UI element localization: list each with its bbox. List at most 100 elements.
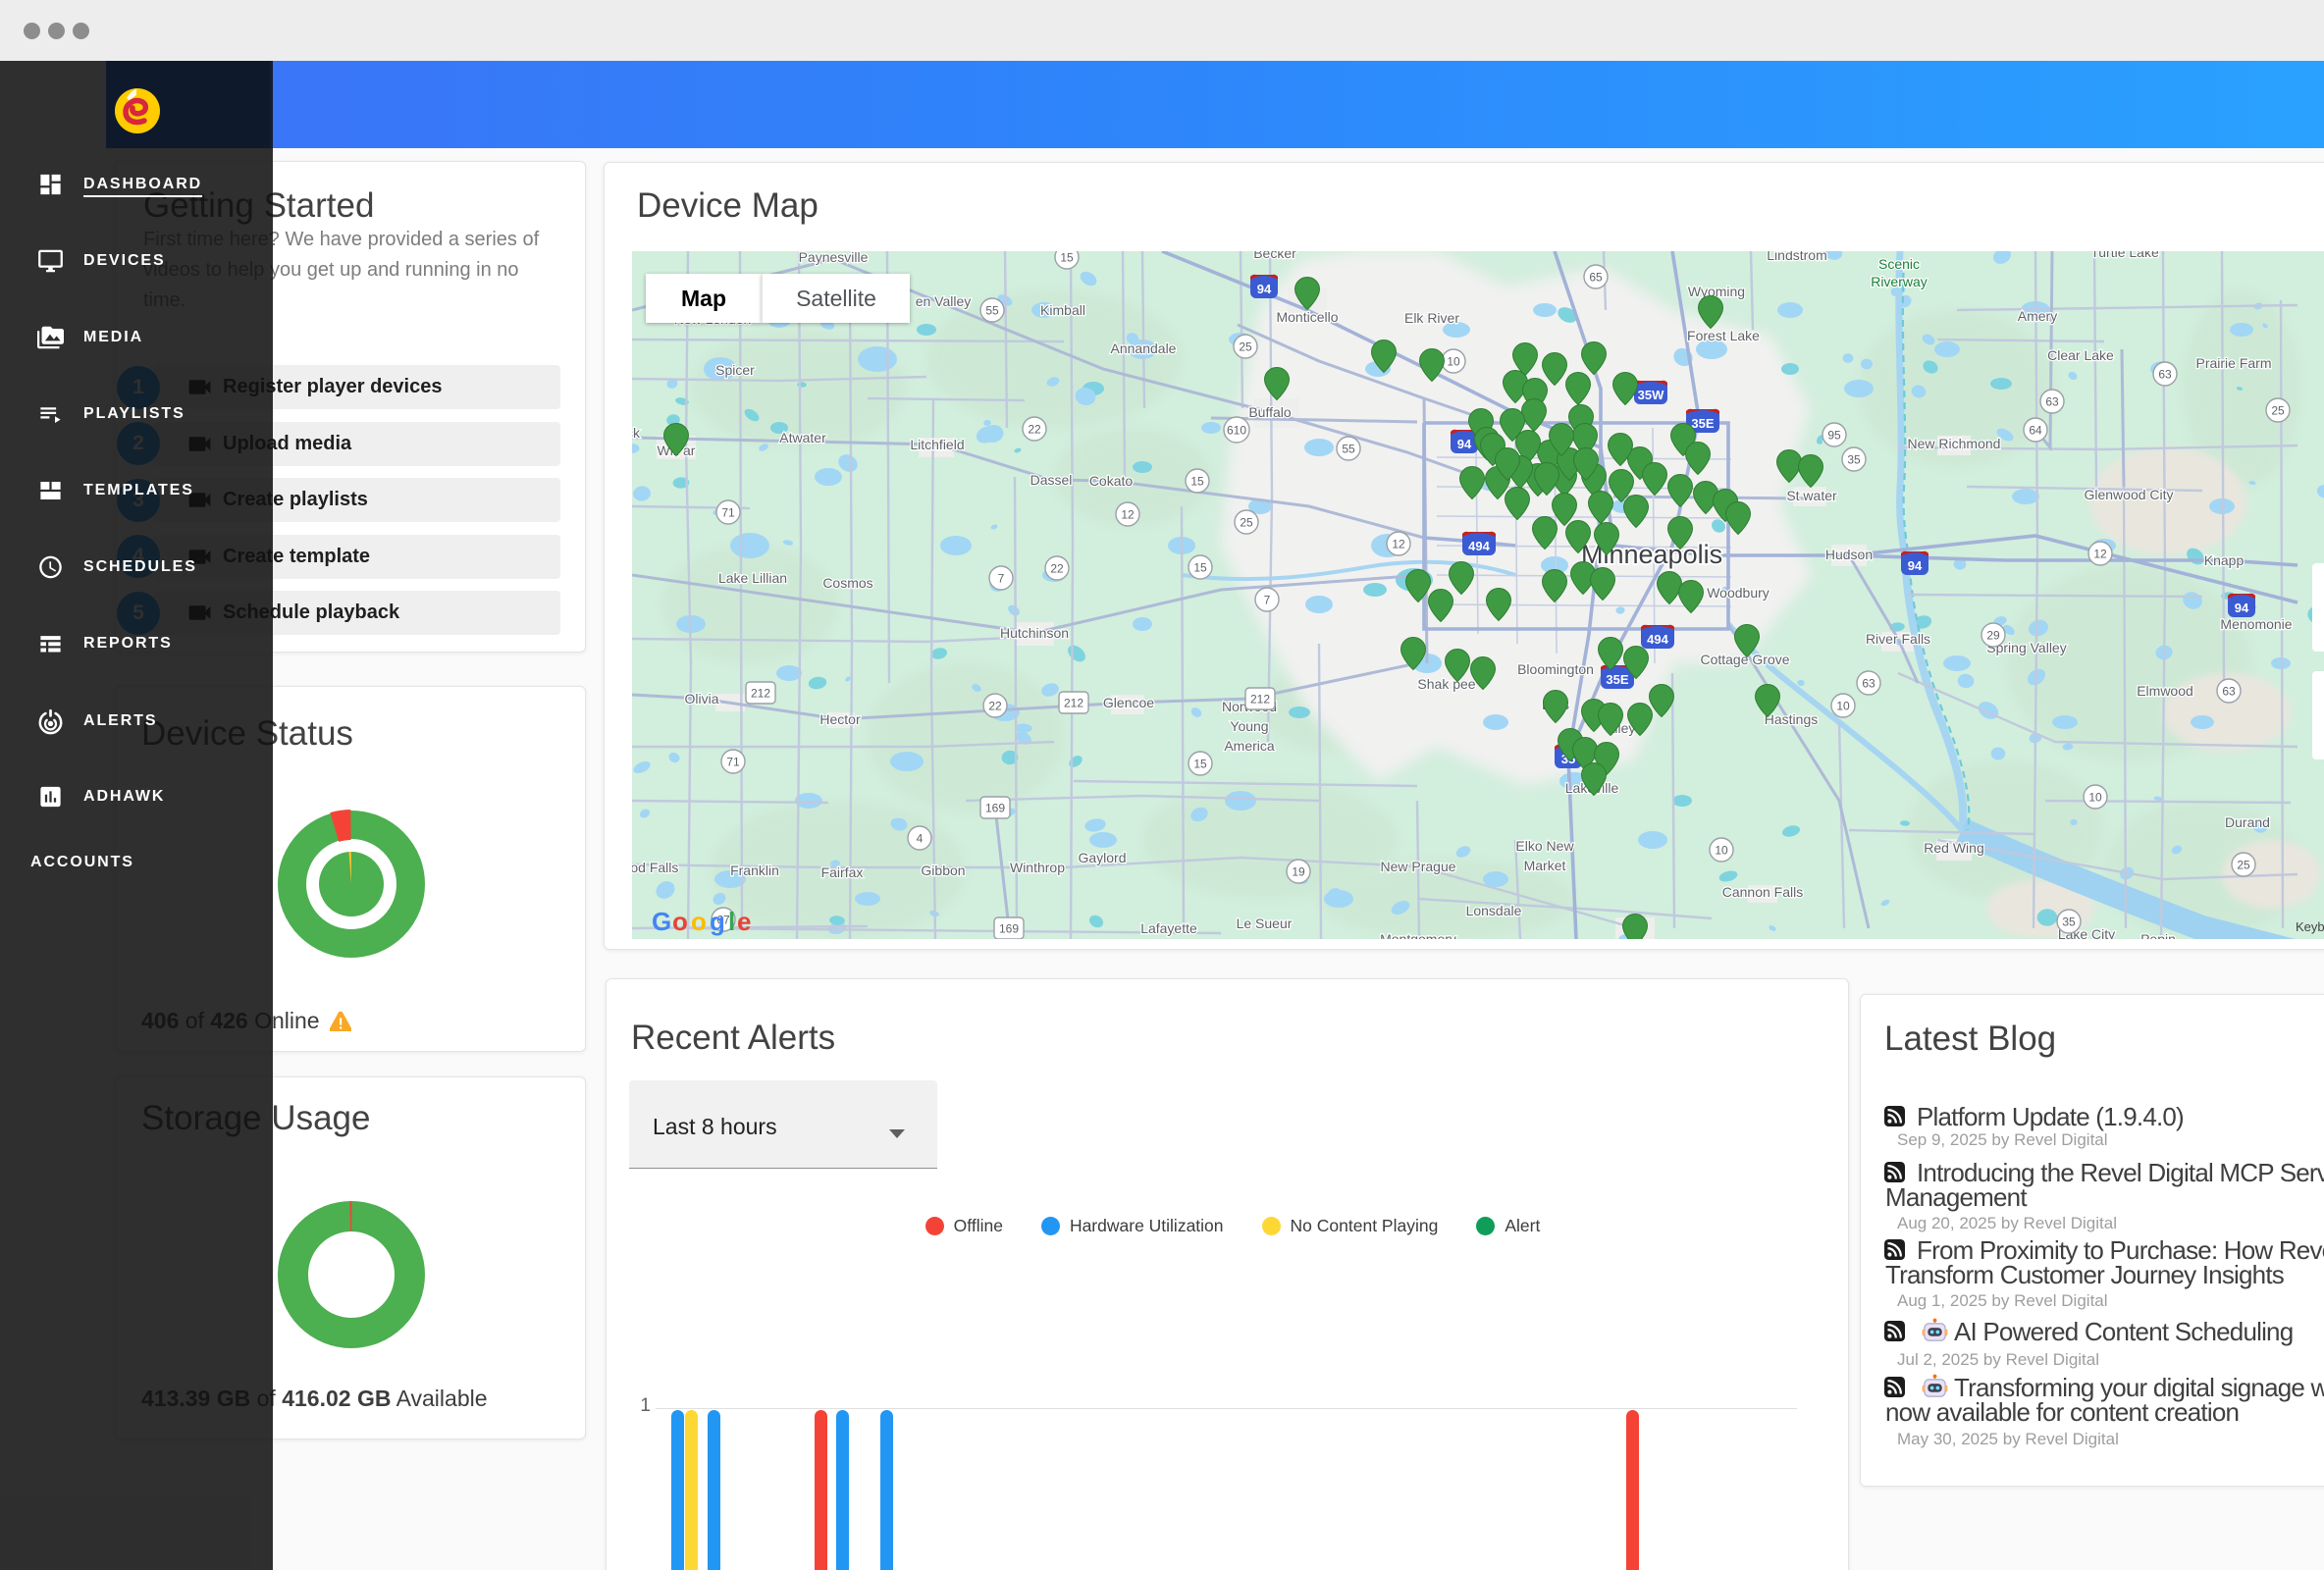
svg-text:Market: Market bbox=[1524, 858, 1566, 873]
svg-text:12: 12 bbox=[1121, 508, 1135, 522]
svg-text:Red Wing: Red Wing bbox=[1924, 840, 1983, 856]
svg-text:35: 35 bbox=[1847, 453, 1861, 467]
svg-text:Winthrop: Winthrop bbox=[1010, 860, 1065, 875]
svg-text:63: 63 bbox=[2222, 685, 2236, 699]
svg-text:95: 95 bbox=[1827, 429, 1841, 443]
svg-text:Litchfield: Litchfield bbox=[910, 437, 964, 452]
svg-text:Lafayette: Lafayette bbox=[1140, 920, 1197, 936]
svg-text:63: 63 bbox=[1862, 677, 1875, 691]
svg-text:New Prague: New Prague bbox=[1380, 859, 1455, 874]
svg-text:Lonsdale: Lonsdale bbox=[1466, 903, 1522, 918]
svg-text:Atwater: Atwater bbox=[779, 430, 826, 445]
svg-text:35E: 35E bbox=[1691, 416, 1714, 431]
svg-text:64: 64 bbox=[2029, 424, 2042, 438]
svg-text:Turtle Lake: Turtle Lake bbox=[2090, 251, 2159, 260]
svg-text:22: 22 bbox=[1028, 423, 1041, 437]
svg-text:65: 65 bbox=[1589, 271, 1603, 285]
svg-text:212: 212 bbox=[1064, 697, 1083, 710]
svg-text:494: 494 bbox=[1468, 539, 1490, 553]
svg-text:15: 15 bbox=[1190, 475, 1204, 489]
svg-text:Franklin: Franklin bbox=[730, 863, 779, 878]
svg-text:New Richmond: New Richmond bbox=[1908, 436, 2001, 451]
svg-text:494: 494 bbox=[1647, 632, 1668, 647]
svg-text:ck: ck bbox=[632, 425, 641, 441]
svg-text:10: 10 bbox=[1715, 844, 1728, 858]
svg-text:22: 22 bbox=[1050, 562, 1064, 576]
svg-text:ood Falls: ood Falls bbox=[632, 860, 678, 875]
svg-text:Cokato: Cokato bbox=[1089, 473, 1134, 489]
svg-text:63: 63 bbox=[2045, 395, 2059, 409]
svg-text:Amery: Amery bbox=[2018, 308, 2057, 324]
svg-text:Montgomery: Montgomery bbox=[1380, 931, 1456, 939]
svg-text:35E: 35E bbox=[1606, 672, 1628, 687]
svg-text:94: 94 bbox=[2235, 601, 2249, 615]
svg-text:Becker: Becker bbox=[1253, 251, 1296, 261]
svg-text:Gibbon: Gibbon bbox=[921, 863, 965, 878]
svg-text:Forest Lake: Forest Lake bbox=[1687, 328, 1760, 343]
svg-text:Glenwood City: Glenwood City bbox=[2084, 487, 2173, 502]
svg-text:St water: St water bbox=[1786, 488, 1837, 503]
svg-text:25: 25 bbox=[1240, 516, 1253, 530]
svg-text:Paynesville: Paynesville bbox=[799, 251, 869, 265]
svg-text:Lake Lillian: Lake Lillian bbox=[718, 570, 787, 586]
svg-text:12: 12 bbox=[2093, 548, 2107, 561]
svg-text:71: 71 bbox=[721, 506, 735, 520]
svg-text:169: 169 bbox=[985, 802, 1005, 815]
svg-text:22: 22 bbox=[988, 700, 1002, 713]
svg-text:212: 212 bbox=[1250, 693, 1270, 706]
svg-text:15: 15 bbox=[1060, 251, 1074, 265]
svg-text:Le Sueur: Le Sueur bbox=[1237, 916, 1293, 931]
svg-text:Spicer: Spicer bbox=[715, 362, 755, 378]
svg-text:Pepin: Pepin bbox=[2140, 931, 2176, 939]
svg-text:63: 63 bbox=[2158, 368, 2172, 382]
svg-text:10: 10 bbox=[1447, 355, 1460, 369]
svg-text:G: G bbox=[652, 907, 671, 936]
svg-text:Elk River: Elk River bbox=[1404, 310, 1459, 326]
svg-text:35: 35 bbox=[2062, 916, 2076, 929]
svg-text:Fairfax: Fairfax bbox=[821, 864, 864, 880]
svg-text:25: 25 bbox=[2237, 859, 2250, 872]
svg-text:Gaylord: Gaylord bbox=[1078, 850, 1126, 865]
svg-text:Dassel: Dassel bbox=[1030, 472, 1073, 488]
svg-text:15: 15 bbox=[1193, 758, 1207, 771]
svg-text:Olivia: Olivia bbox=[684, 691, 718, 706]
svg-text:71: 71 bbox=[726, 756, 740, 769]
svg-text:Glencoe: Glencoe bbox=[1103, 695, 1154, 710]
svg-text:15: 15 bbox=[1193, 561, 1207, 575]
svg-text:610: 610 bbox=[1227, 424, 1246, 438]
svg-text:29: 29 bbox=[1986, 629, 2000, 643]
svg-text:25: 25 bbox=[2271, 404, 2285, 418]
svg-text:Cannon Falls: Cannon Falls bbox=[1722, 884, 1804, 900]
svg-text:55: 55 bbox=[985, 304, 999, 318]
svg-text:94: 94 bbox=[1257, 282, 1272, 296]
svg-text:Buffalo: Buffalo bbox=[1248, 404, 1292, 420]
svg-text:Monticello: Monticello bbox=[1276, 309, 1338, 325]
svg-text:Scenic: Scenic bbox=[1878, 256, 1920, 272]
svg-text:4: 4 bbox=[917, 832, 924, 846]
svg-text:Menomonie: Menomonie bbox=[2220, 616, 2292, 632]
svg-text:Hastings: Hastings bbox=[1765, 711, 1818, 727]
svg-text:Hutchinson: Hutchinson bbox=[1000, 625, 1069, 641]
svg-text:Lindstrom: Lindstrom bbox=[1767, 251, 1826, 263]
svg-text:Kimball: Kimball bbox=[1040, 302, 1085, 318]
svg-text:Hudson: Hudson bbox=[1825, 547, 1873, 562]
svg-text:Annandale: Annandale bbox=[1111, 340, 1177, 356]
svg-text:7: 7 bbox=[998, 572, 1005, 586]
svg-text:o: o bbox=[672, 907, 688, 936]
svg-text:en Valley: en Valley bbox=[916, 293, 972, 309]
svg-text:10: 10 bbox=[1836, 700, 1850, 713]
svg-text:25: 25 bbox=[1239, 340, 1252, 354]
svg-text:Clear Lake: Clear Lake bbox=[2047, 347, 2114, 363]
svg-text:10: 10 bbox=[2088, 791, 2102, 805]
svg-text:America: America bbox=[1224, 738, 1275, 754]
svg-text:e: e bbox=[737, 907, 751, 936]
svg-text:River Falls: River Falls bbox=[1866, 631, 1930, 647]
svg-text:Young: Young bbox=[1230, 718, 1268, 734]
svg-text:94: 94 bbox=[1457, 437, 1472, 451]
svg-text:7: 7 bbox=[1264, 594, 1271, 607]
svg-text:g: g bbox=[710, 907, 725, 936]
svg-text:35W: 35W bbox=[1638, 388, 1664, 402]
svg-text:94: 94 bbox=[1908, 558, 1923, 573]
svg-text:Hector: Hector bbox=[819, 711, 861, 727]
svg-text:Keyb: Keyb bbox=[2296, 919, 2324, 934]
